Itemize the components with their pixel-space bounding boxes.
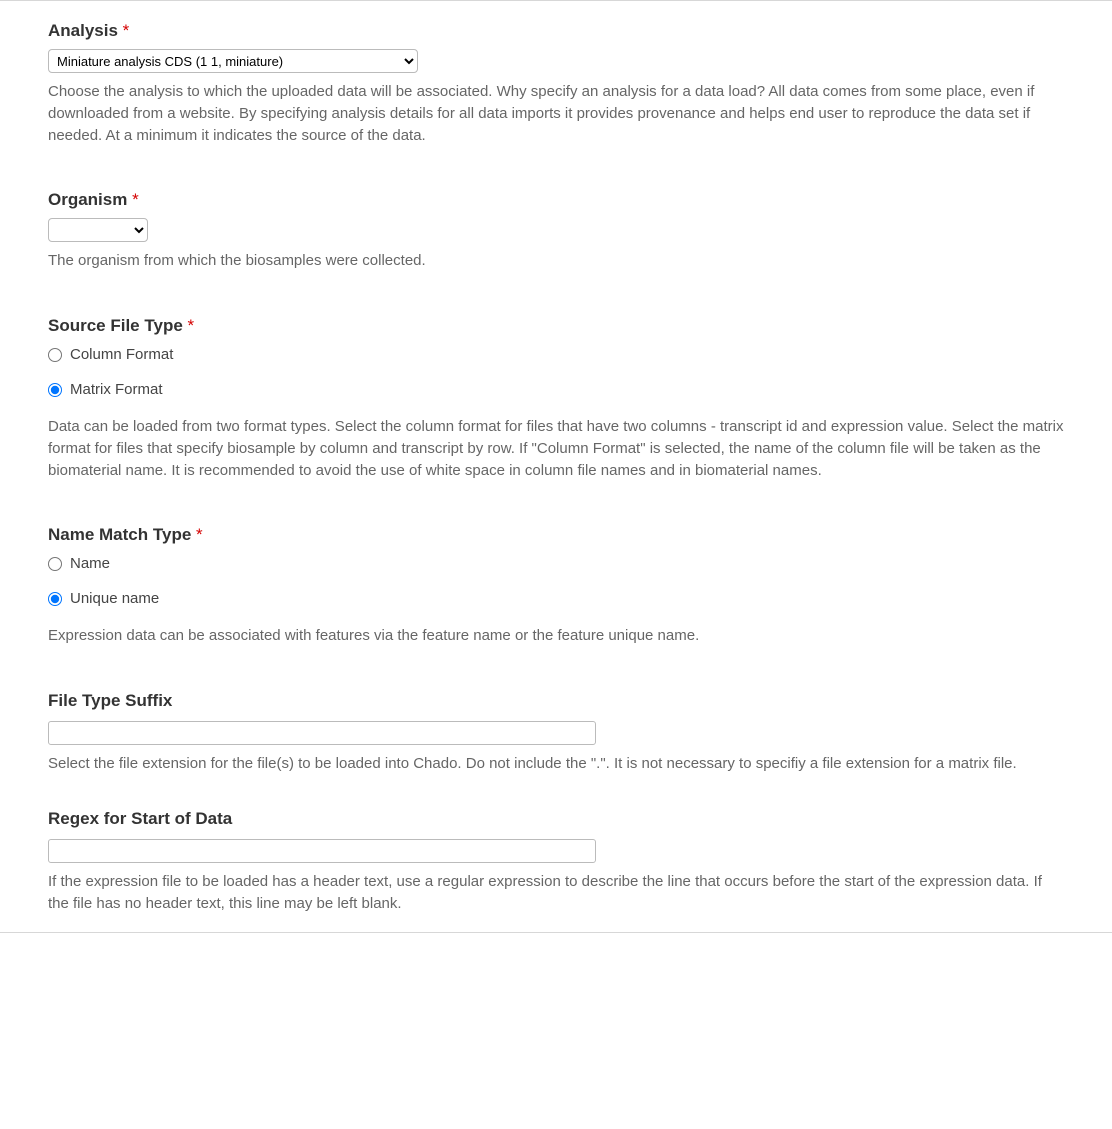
radio-row-column-format[interactable]: Column Format xyxy=(48,346,1064,363)
file-type-suffix-input[interactable] xyxy=(48,721,596,745)
source-file-type-help: Data can be loaded from two format types… xyxy=(48,416,1064,481)
name-match-type-help: Expression data can be associated with f… xyxy=(48,625,1064,647)
name-match-type-label: Name Match Type * xyxy=(48,525,1064,545)
label-text: Name Match Type xyxy=(48,525,191,544)
radio-row-matrix-format[interactable]: Matrix Format xyxy=(48,381,1064,398)
matrix-format-label: Matrix Format xyxy=(70,381,163,398)
analysis-label: Analysis * xyxy=(48,21,1064,41)
radio-row-name[interactable]: Name xyxy=(48,555,1064,572)
organism-help: The organism from which the biosamples w… xyxy=(48,250,1064,272)
file-type-suffix-label: File Type Suffix xyxy=(48,691,1064,711)
column-format-label: Column Format xyxy=(70,346,173,363)
regex-start-field: Regex for Start of Data If the expressio… xyxy=(48,809,1064,915)
form-page: Analysis * Miniature analysis CDS (1 1, … xyxy=(0,0,1112,933)
file-type-suffix-field: File Type Suffix Select the file extensi… xyxy=(48,691,1064,775)
column-format-radio[interactable] xyxy=(48,348,62,362)
analysis-select[interactable]: Miniature analysis CDS (1 1, miniature) xyxy=(48,49,418,73)
radio-row-unique-name[interactable]: Unique name xyxy=(48,590,1064,607)
organism-label: Organism * xyxy=(48,190,1064,210)
organism-select[interactable] xyxy=(48,218,148,242)
required-mark: * xyxy=(123,21,130,40)
regex-start-label: Regex for Start of Data xyxy=(48,809,1064,829)
regex-start-help: If the expression file to be loaded has … xyxy=(48,871,1064,915)
file-type-suffix-help: Select the file extension for the file(s… xyxy=(48,753,1064,775)
analysis-field: Analysis * Miniature analysis CDS (1 1, … xyxy=(48,21,1064,146)
regex-start-input[interactable] xyxy=(48,839,596,863)
organism-field: Organism * The organism from which the b… xyxy=(48,190,1064,272)
required-mark: * xyxy=(132,190,139,209)
matrix-format-radio[interactable] xyxy=(48,383,62,397)
source-file-type-label: Source File Type * xyxy=(48,316,1064,336)
name-option-label: Name xyxy=(70,555,110,572)
required-mark: * xyxy=(196,525,203,544)
name-match-type-field: Name Match Type * Name Unique name Expre… xyxy=(48,525,1064,647)
unique-name-option-label: Unique name xyxy=(70,590,159,607)
label-text: Analysis xyxy=(48,21,118,40)
analysis-help: Choose the analysis to which the uploade… xyxy=(48,81,1064,146)
label-text: Organism xyxy=(48,190,127,209)
label-text: Source File Type xyxy=(48,316,183,335)
name-radio[interactable] xyxy=(48,557,62,571)
source-file-type-field: Source File Type * Column Format Matrix … xyxy=(48,316,1064,481)
unique-name-radio[interactable] xyxy=(48,592,62,606)
required-mark: * xyxy=(188,316,195,335)
